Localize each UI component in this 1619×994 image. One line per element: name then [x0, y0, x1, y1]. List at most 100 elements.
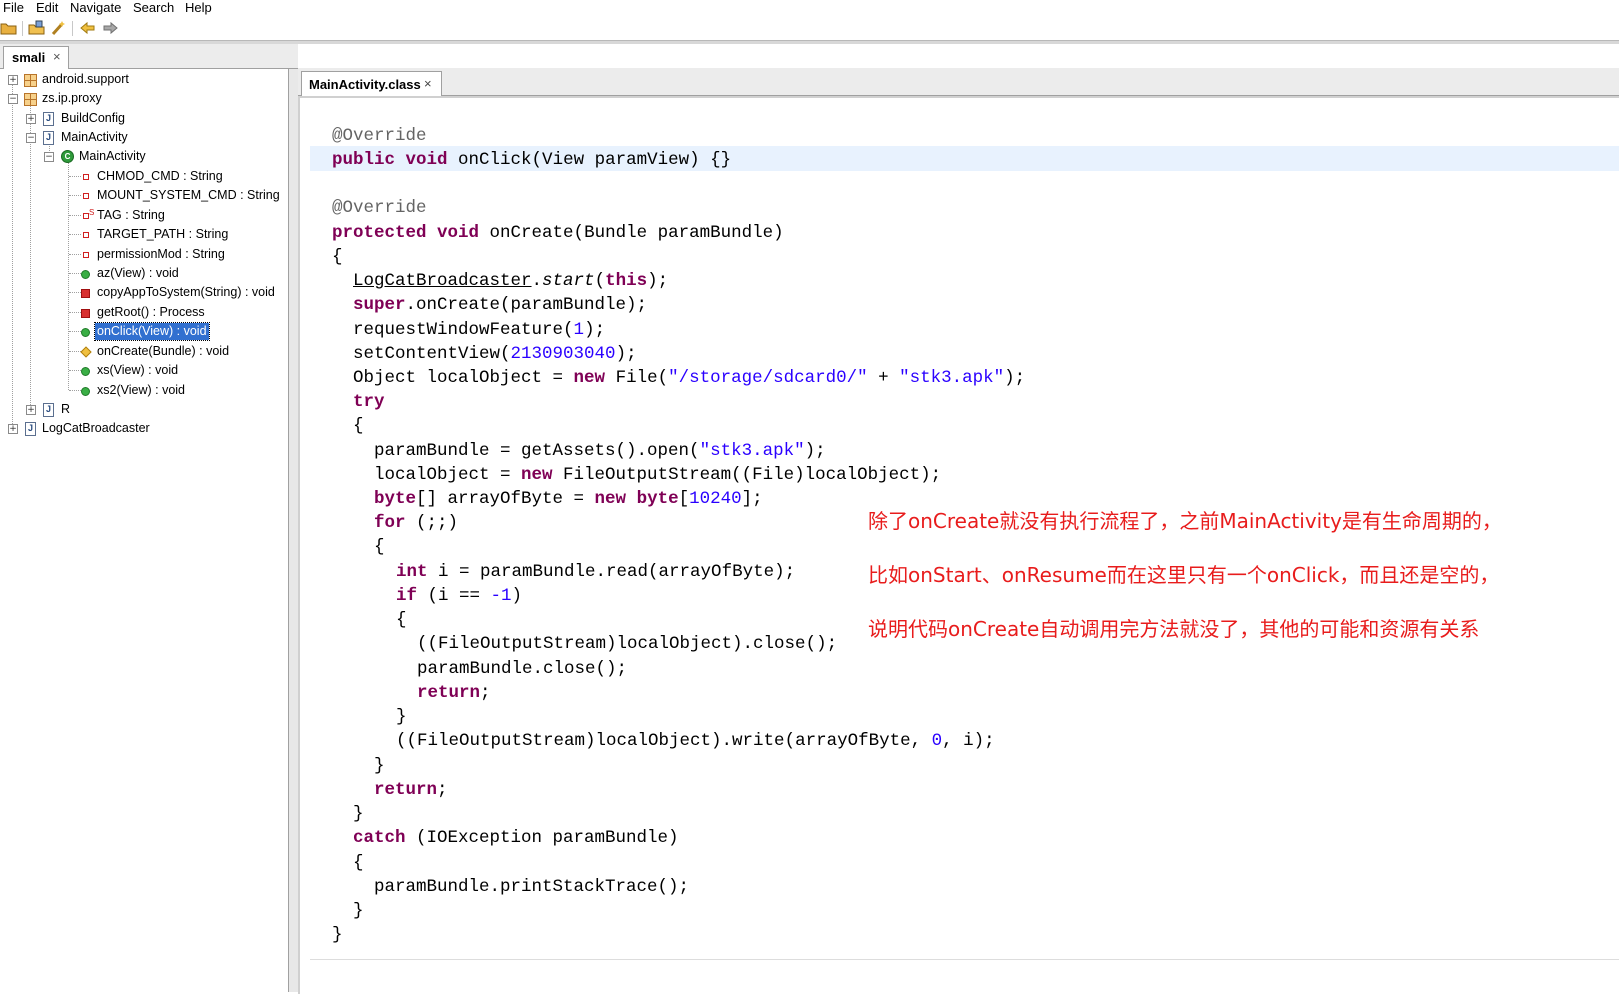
menu-edit[interactable]: Edit	[36, 0, 58, 15]
code-line: return;	[374, 778, 448, 802]
expand-icon[interactable]: +	[8, 75, 18, 85]
code-token: Object localObject =	[353, 368, 574, 388]
java-file-icon: J	[43, 131, 54, 145]
tree-item[interactable]: xs2(View) : void	[0, 381, 297, 400]
code-token: (	[594, 271, 606, 291]
expand-icon[interactable]: +	[26, 405, 36, 415]
menu-navigate[interactable]: Navigate	[70, 0, 121, 15]
keyword-token: super	[353, 295, 406, 315]
method-token: start	[542, 271, 595, 291]
toolbar	[0, 17, 1619, 41]
code-line: {	[353, 416, 364, 436]
tree-item[interactable]: az(View) : void	[0, 264, 297, 283]
forward-arrow-icon[interactable]	[101, 20, 119, 36]
code-token: .onCreate(paramBundle);	[405, 295, 648, 315]
tab-mainactivity-class[interactable]: MainActivity.class ×	[301, 71, 442, 96]
code-line: Object localObject = new File("/storage/…	[353, 366, 1025, 390]
menu-bar: File Edit Navigate Search Help	[0, 0, 1619, 16]
code-token: ;	[437, 780, 448, 800]
open-folder-icon[interactable]	[0, 20, 18, 36]
tree-item[interactable]: getRoot() : Process	[0, 303, 297, 322]
private-method-icon	[81, 289, 90, 298]
toolbar-separator	[72, 21, 73, 36]
tree-guide	[69, 331, 81, 332]
tree-item[interactable]: + J BuildConfig	[0, 109, 297, 128]
menu-help[interactable]: Help	[185, 0, 212, 15]
tree-item-selected[interactable]: onClick(View) : void	[0, 322, 297, 341]
collapse-icon[interactable]: −	[8, 94, 18, 104]
collapse-icon[interactable]: −	[44, 152, 54, 162]
java-file-icon: J	[43, 112, 54, 126]
tree-item[interactable]: + J R	[0, 400, 297, 419]
tree-item[interactable]: − J MainActivity	[0, 128, 297, 147]
expand-icon[interactable]: +	[8, 424, 18, 434]
public-method-icon	[81, 387, 90, 396]
keyword-token: void	[405, 150, 448, 170]
class-link-token[interactable]: LogCatBroadcaster	[353, 271, 532, 291]
code-line: }	[353, 901, 364, 921]
close-icon[interactable]: ×	[424, 76, 432, 91]
tree-item-label: az(View) : void	[97, 266, 179, 280]
tree-item[interactable]: − C MainActivity	[0, 147, 297, 166]
tab-smali[interactable]: smali ×	[3, 46, 69, 69]
code-line: }	[396, 707, 407, 727]
left-tab-strip: smali ×	[0, 44, 298, 69]
code-line: {	[396, 610, 407, 630]
expand-icon[interactable]: +	[26, 114, 36, 124]
menu-file[interactable]: File	[3, 0, 24, 15]
code-line: paramBundle.printStackTrace();	[374, 877, 690, 897]
code-token: setContentView(	[353, 344, 511, 364]
code-token: .	[531, 271, 543, 291]
menu-search[interactable]: Search	[133, 0, 174, 15]
open-file-icon[interactable]	[28, 20, 46, 36]
private-field-icon	[83, 232, 89, 238]
tree-guide	[69, 215, 81, 216]
tree-item-label: R	[61, 402, 71, 416]
tree-guide	[69, 195, 81, 196]
code-token: [] arrayOfByte =	[416, 489, 595, 509]
code-line: int i = paramBundle.read(arrayOfByte);	[396, 560, 795, 584]
tree-item[interactable]: xs(View) : void	[0, 361, 297, 380]
tree-item-label: MainActivity	[61, 130, 128, 144]
collapse-icon[interactable]: −	[26, 133, 36, 143]
tree-item[interactable]: − zs.ip.proxy	[0, 89, 297, 108]
tree-item[interactable]: copyAppToSystem(String) : void	[0, 283, 297, 302]
tree-item-label: android.support	[42, 72, 129, 86]
toolbar-separator	[22, 21, 23, 36]
tree-item[interactable]: + android.support	[0, 70, 297, 89]
keyword-token: return	[374, 780, 438, 800]
code-token: i = paramBundle.read(arrayOfByte);	[427, 562, 796, 582]
code-line: }	[332, 925, 343, 945]
keyword-token: public	[332, 150, 396, 170]
public-method-icon	[81, 367, 90, 376]
keyword-token: return	[417, 683, 481, 703]
tree-guide	[69, 234, 81, 235]
close-icon[interactable]: ×	[53, 49, 61, 64]
code-token: )	[511, 586, 523, 606]
wand-icon[interactable]	[50, 20, 68, 36]
tree-item[interactable]: CHMOD_CMD : String	[0, 167, 297, 186]
keyword-token: int	[396, 562, 428, 582]
tree-item[interactable]: MOUNT_SYSTEM_CMD : String	[0, 186, 297, 205]
code-token: );	[1004, 368, 1026, 388]
tree-item[interactable]: S TAG : String	[0, 206, 297, 225]
tree-item[interactable]: permissionMod : String	[0, 245, 297, 264]
tree-item[interactable]: TARGET_PATH : String	[0, 225, 297, 244]
tree-item-label: CHMOD_CMD : String	[97, 169, 223, 183]
back-arrow-icon[interactable]	[79, 20, 97, 36]
code-token: );	[804, 441, 826, 461]
package-icon	[24, 74, 37, 87]
tree-item[interactable]: + J LogCatBroadcaster	[0, 419, 297, 438]
code-line: {	[353, 853, 364, 873]
number-token: 1	[573, 320, 585, 340]
editor-tab-strip: MainActivity.class ×	[298, 68, 1619, 96]
protected-method-icon	[80, 346, 92, 358]
code-line: public void onClick(View paramView) {}	[332, 148, 731, 172]
tree-item[interactable]: onCreate(Bundle) : void	[0, 342, 297, 361]
static-marker-icon: S	[89, 208, 95, 217]
code-token: onCreate(Bundle paramBundle)	[479, 223, 784, 243]
keyword-token: protected	[332, 223, 427, 243]
code-token: onClick(View paramView) {}	[447, 150, 732, 170]
code-token: localObject =	[374, 465, 522, 485]
